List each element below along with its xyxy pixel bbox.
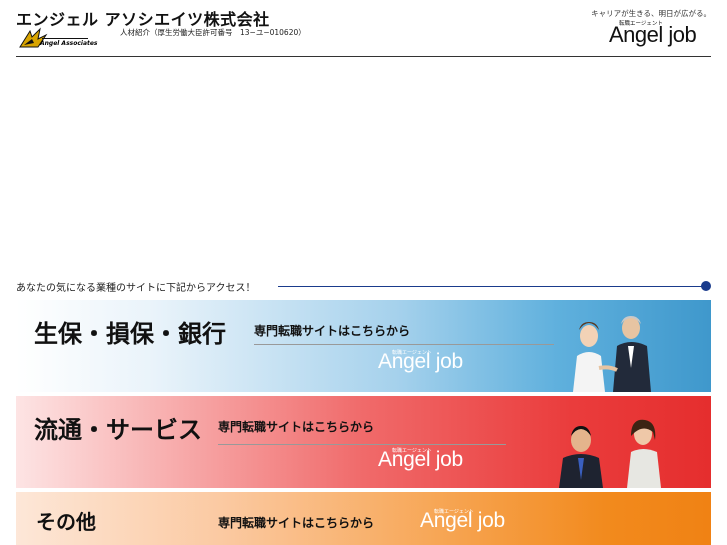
bullet-dot-icon <box>701 281 711 291</box>
banner-other[interactable]: その他 専門転職サイトはこちらから 転職エージェント Angel job <box>16 492 711 545</box>
header-divider <box>16 56 711 57</box>
angel-job-logo[interactable]: 転職エージェント Angel job <box>607 14 711 48</box>
brand-title: Angel job <box>609 22 697 47</box>
industry-prompt: あなたの気になる業種のサイトに下記からアクセス！ <box>16 279 711 294</box>
banner-retail-service[interactable]: 流通・サービス 専門転職サイトはこちらから 転職エージェント Angel job <box>16 396 711 488</box>
banner-insurance-banking[interactable]: 生保・損保・銀行 専門転職サイトはこちらから 転職エージェント Angel jo… <box>16 300 711 392</box>
banner-title: 流通・サービス <box>34 415 202 444</box>
prompt-text: あなたの気になる業種のサイトに下記からアクセス！ <box>16 283 256 294</box>
logo-text: Angel Associates <box>40 40 98 47</box>
banner-subtitle: 専門転職サイトはこちらから <box>254 324 411 338</box>
banner-rule <box>254 344 554 345</box>
banner-brand: 転職エージェント Angel job <box>420 509 505 533</box>
site-header: エンジェル アソシエイツ株式会社 Angel Associates 人材紹介（厚… <box>0 0 727 57</box>
banner-subtitle: 専門転職サイトはこちらから <box>218 420 375 434</box>
banner-title: その他 <box>36 510 96 534</box>
banner-brand: 転職エージェント Angel job <box>378 350 463 374</box>
banner-subtitle: 専門転職サイトはこちらから <box>218 516 375 530</box>
banner-rule <box>218 444 506 445</box>
business-people-icon <box>559 419 661 488</box>
brand-subtitle: 転職エージェント <box>392 448 432 454</box>
business-people-icon <box>573 316 651 392</box>
license-number: 人材紹介（厚生労働大臣許可番号 13−ユ−010620） <box>120 28 306 37</box>
brand-subtitle: 転職エージェント <box>434 509 474 515</box>
prompt-rule <box>278 286 703 287</box>
banner-title: 生保・損保・銀行 <box>34 319 226 348</box>
banner-brand: 転職エージェント Angel job <box>378 448 463 472</box>
brand-subtitle: 転職エージェント <box>392 350 432 356</box>
angel-wing-icon <box>19 27 88 48</box>
angel-associates-logo[interactable]: Angel Associates <box>16 27 98 51</box>
